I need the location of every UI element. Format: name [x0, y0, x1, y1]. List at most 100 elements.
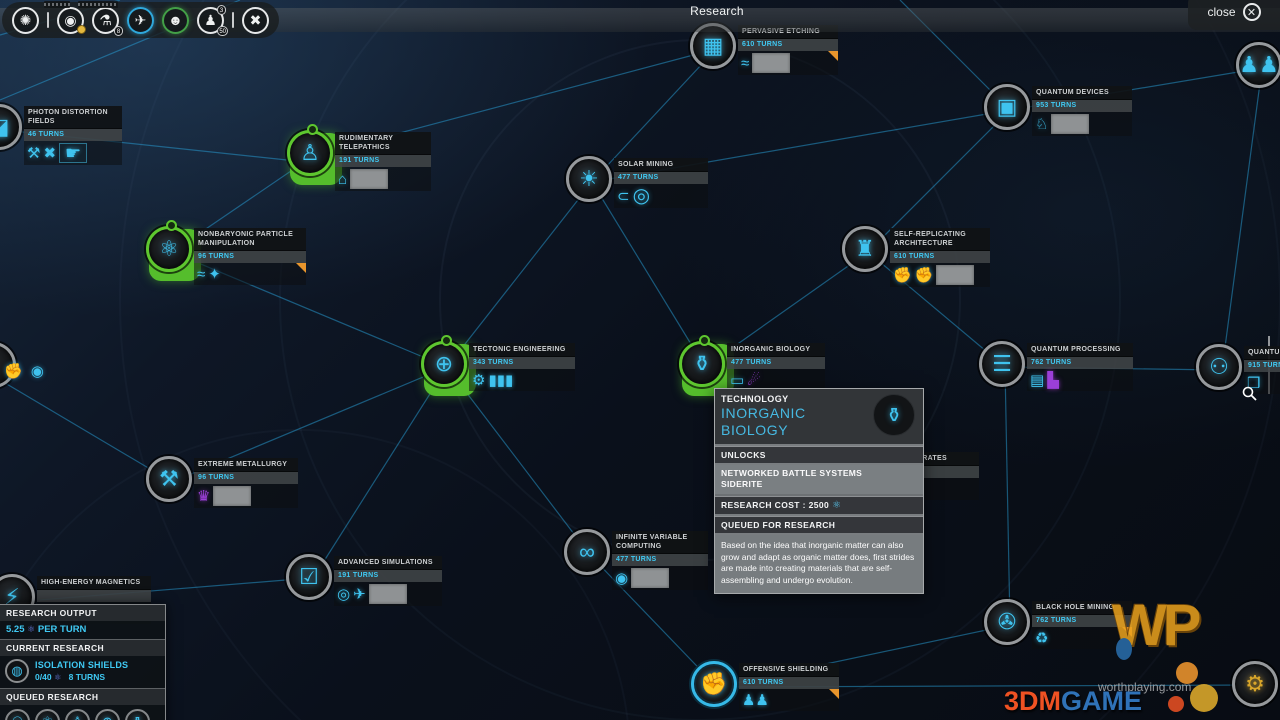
- galaxy-view-icon-glyph: ✺: [19, 12, 32, 28]
- tech-name: TECTONIC ENGINEERING: [469, 343, 575, 357]
- wp-watermark-logo: WP: [1112, 593, 1201, 660]
- tech-turns: 46 TURNS: [24, 129, 122, 141]
- crystal-tech-icon[interactable]: ⚱: [125, 709, 150, 720]
- population-icon[interactable]: ♟ 50 3: [197, 4, 228, 36]
- tech-unlock-row: ⌂: [335, 167, 431, 191]
- science-atom-icon: ⚛: [27, 624, 36, 634]
- solar-mining-icon: ☀: [579, 166, 599, 191]
- tech-circle-icon: ⚛: [146, 226, 192, 272]
- diplomacy-icon[interactable]: ☻: [162, 6, 189, 34]
- tools-icon: ⚒: [27, 144, 41, 162]
- tech-turns: 610 TURNS: [738, 39, 838, 51]
- empty-unlock-slot: [368, 584, 407, 604]
- galaxy-view-icon[interactable]: ✺: [12, 6, 39, 34]
- current-research-row[interactable]: ◍ ISOLATION SHIELDS 0/40 ⚛ 8 TURNS: [0, 656, 165, 688]
- tech-turns: 191 TURNS: [334, 570, 442, 582]
- molecule-tech-icon[interactable]: ⚛: [35, 709, 60, 720]
- tech-circle-icon: ♙: [287, 130, 333, 176]
- tech-name: QUANTUM PROCESSING: [1027, 343, 1133, 357]
- turns-remaining: 8 TURNS: [68, 671, 106, 682]
- tech-unlock-row: ⚒ ✖ ☛: [24, 141, 122, 165]
- magnet-icon: ⊂: [617, 187, 630, 205]
- close-button[interactable]: close ✕: [1188, 0, 1280, 30]
- tech-label-box: OFFENSIVE SHIELDING 610 TURNS ♟♟: [739, 663, 839, 711]
- diplomacy-icon-glyph: ☻: [168, 12, 183, 28]
- tech-turns: 915 TURNS: [1244, 360, 1280, 372]
- research-output-value: 5.25 ⚛ PER TURN: [0, 621, 165, 639]
- tech-name: SELF-REPLICATING ARCHITECTURE: [890, 228, 990, 251]
- connection-edge: [446, 366, 591, 556]
- tooltip-description: Based on the idea that inorganic matter …: [715, 535, 923, 593]
- target-ring-icon: ◎: [632, 185, 651, 207]
- tech-turns: 762 TURNS: [1027, 357, 1133, 369]
- empire-overview-icon-glyph: ◉: [64, 12, 77, 28]
- tech-label-box: PERVASIVE ETCHING610 TURNS≈: [738, 25, 838, 75]
- tech-turns: 96 TURNS: [194, 472, 298, 484]
- system-management-icon[interactable]: ⚗ 8: [92, 6, 123, 36]
- tech-unlock-row: ≈: [738, 51, 838, 75]
- tech-label-box: INORGANIC BIOLOGY 477 TURNS ▭ ☄: [727, 343, 825, 391]
- connection-edge: [0, 379, 173, 483]
- quantum-devices-icon: ▣: [996, 94, 1018, 119]
- tech-name: PHOTON DISTORTION FIELDS: [24, 106, 122, 129]
- military-icon-glyph: ✖: [249, 12, 262, 28]
- quantum-processing-icon: ☰: [992, 351, 1012, 376]
- tectonic-engineering-icon: ⊕: [434, 351, 454, 376]
- tech-circle-icon: ♜: [842, 226, 888, 272]
- crowd-icon: ♟♟: [742, 691, 769, 709]
- tech-circle-icon: ⊕: [421, 341, 467, 387]
- research-output-header: RESEARCH OUTPUT: [0, 605, 165, 621]
- population-icon-glyph: ♟: [204, 12, 217, 28]
- output-number: 5.25: [6, 624, 25, 635]
- research-status-panel: RESEARCH OUTPUT 5.25 ⚛ PER TURN CURRENT …: [0, 604, 166, 720]
- fleet-icon[interactable]: ✈: [127, 6, 154, 34]
- ufo-icon: ✈: [353, 585, 366, 603]
- empty-unlock-slot: [213, 486, 252, 506]
- tech-name: INFINITE VARIABLE COMPUTING: [612, 531, 708, 554]
- military-icon[interactable]: ✖: [242, 6, 269, 34]
- tech-turns: 477 TURNS: [614, 172, 708, 184]
- expand-arrows-icon: ✖: [43, 144, 57, 162]
- science-atom-icon: ⚛: [53, 671, 62, 682]
- tech-label-box: SOLAR MINING 477 TURNS ⊂ ◎: [614, 158, 708, 208]
- tech-turns: [37, 590, 151, 602]
- dna-arrow-icon: ≈: [197, 265, 206, 283]
- tooltip-tech-icon: ⚱: [873, 394, 915, 436]
- rudimentary-telepathics-icon: ♙: [300, 140, 320, 165]
- fist-icon: ✊: [893, 266, 912, 284]
- nonbaryonic-particle-manipulation-icon: ⚛: [159, 236, 179, 261]
- advanced-simulations-icon: ☑: [299, 564, 319, 589]
- queued-research-header: QUEUED RESEARCH: [0, 688, 165, 705]
- tectonic-tech-icon[interactable]: ⊕: [95, 709, 120, 720]
- empire-overview-icon[interactable]: ◉: [57, 6, 86, 34]
- tech-label-box: NONBARYONIC PARTICLE MANIPULATION 96 TURN…: [194, 228, 306, 285]
- count-badge: 8: [114, 25, 123, 36]
- basket-icon: ▤: [1030, 371, 1045, 389]
- tooltip-unlock-item: NETWORKED BATTLE SYSTEMS: [721, 468, 863, 478]
- tech-turns: 96 TURNS: [194, 251, 306, 263]
- queue-order-badge: [307, 124, 318, 135]
- unlock-icons: ✊ ◉: [4, 364, 44, 379]
- android-tech-icon[interactable]: ⚇: [5, 709, 30, 720]
- tech-name: RUDIMENTARY TELEPATHICS: [335, 132, 431, 155]
- radar-icon: ◎: [337, 585, 351, 603]
- alert-dot: [77, 24, 86, 34]
- tech-name: QUANTUM DEVICES: [1032, 86, 1132, 100]
- mascot-blob: [1168, 696, 1184, 712]
- tech-turns: 610 TURNS: [739, 677, 839, 689]
- tech-unlock-row: ◎ ✈: [334, 582, 442, 606]
- telepathics-tech-icon[interactable]: ♙: [65, 709, 90, 720]
- tech-name: NONBARYONIC PARTICLE MANIPULATION: [194, 228, 306, 251]
- tech-circle-icon: ∞: [564, 529, 610, 575]
- tech-label-box: QUANTUM DEVICES 953 TURNS ♘: [1032, 86, 1132, 136]
- tech-unlock-row: ≈ ✦: [194, 263, 306, 285]
- tech-turns: 610 TURNS: [890, 251, 990, 263]
- toolbar-chip: [78, 1, 118, 8]
- comet-icon: ☄: [747, 371, 761, 389]
- tooltip-header: TECHNOLOGY INORGANIC BIOLOGY ⚱: [715, 389, 923, 446]
- queue-order-badge: [166, 220, 177, 231]
- research-screen: ▦PERVASIVE ETCHING610 TURNS≈▣QUANTUM DEV…: [0, 0, 1280, 720]
- tech-label-box: TECTONIC ENGINEERING 343 TURNS ⚙ ▮▮▮: [469, 343, 575, 391]
- tech-label-box: INFINITE VARIABLE COMPUTING 477 TURNS ◉: [612, 531, 708, 590]
- queue-order-badge: [699, 335, 710, 346]
